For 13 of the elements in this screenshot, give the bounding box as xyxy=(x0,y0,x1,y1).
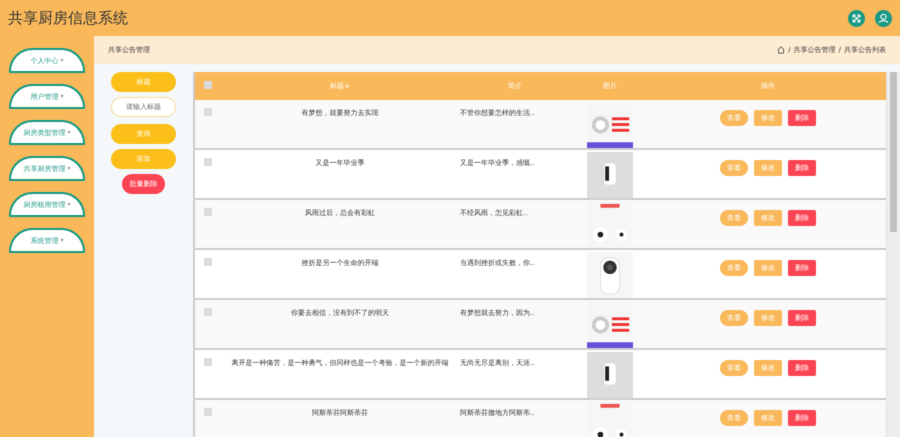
select-all-checkbox[interactable] xyxy=(204,81,212,89)
row-checkbox[interactable] xyxy=(204,158,212,166)
app-title: 共享厨房信息系统 xyxy=(8,8,128,28)
fullscreen-icon[interactable] xyxy=(848,10,865,26)
row-checkbox[interactable] xyxy=(204,408,212,416)
row-checkbox[interactable] xyxy=(204,358,212,366)
row-checkbox[interactable] xyxy=(204,208,212,216)
scrollbar-thumb[interactable] xyxy=(890,72,897,232)
row-checkbox[interactable] xyxy=(204,258,212,266)
row-checkbox[interactable] xyxy=(204,308,212,316)
user-icon[interactable] xyxy=(875,10,892,26)
home-icon[interactable] xyxy=(777,46,786,54)
row-checkbox[interactable] xyxy=(204,108,212,116)
